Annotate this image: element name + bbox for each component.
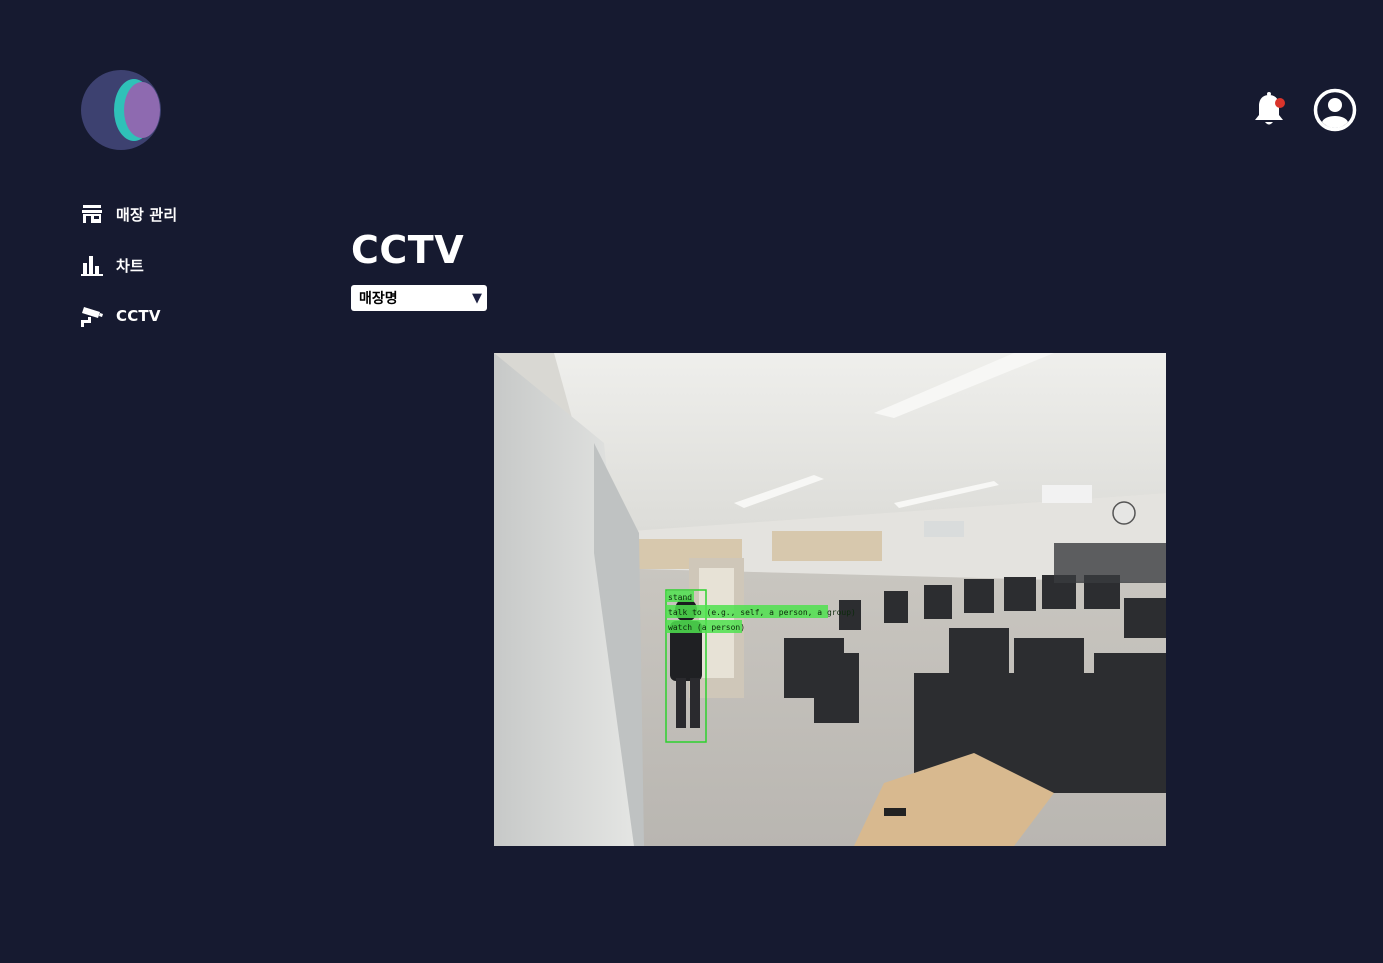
user-circle-icon <box>1313 88 1357 132</box>
store-icon <box>80 202 104 226</box>
notification-badge <box>1275 98 1285 108</box>
sidebar-nav: 매장 관리 차트 CCTV <box>80 200 177 353</box>
cctv-camera-icon <box>80 304 104 328</box>
detection-label: stand <box>668 593 692 602</box>
header-actions <box>1251 88 1357 132</box>
detection-label: watch (a person) <box>668 623 745 632</box>
detection-label: talk to (e.g., self, a person, a group) <box>668 608 856 617</box>
app-logo[interactable] <box>80 69 162 151</box>
profile-button[interactable] <box>1313 88 1357 132</box>
sidebar-item-cctv[interactable]: CCTV <box>80 302 177 330</box>
sidebar-item-label: 매장 관리 <box>116 205 178 224</box>
sidebar-item-store-management[interactable]: 매장 관리 <box>80 200 177 228</box>
caret-down-icon: ▼ <box>472 290 482 306</box>
store-select-value: 매장명 <box>359 291 398 307</box>
bar-chart-icon <box>80 253 104 277</box>
notification-button[interactable] <box>1251 90 1287 130</box>
page-title: CCTV <box>351 228 465 272</box>
sidebar-item-label: CCTV <box>116 307 161 325</box>
sidebar-item-label: 차트 <box>116 256 145 275</box>
sidebar-item-chart[interactable]: 차트 <box>80 251 177 279</box>
bell-icon <box>1255 92 1283 125</box>
cctv-video-feed[interactable]: stand talk to (e.g., self, a person, a g… <box>494 353 1166 846</box>
store-select-dropdown[interactable]: 매장명 ▼ <box>351 285 487 311</box>
